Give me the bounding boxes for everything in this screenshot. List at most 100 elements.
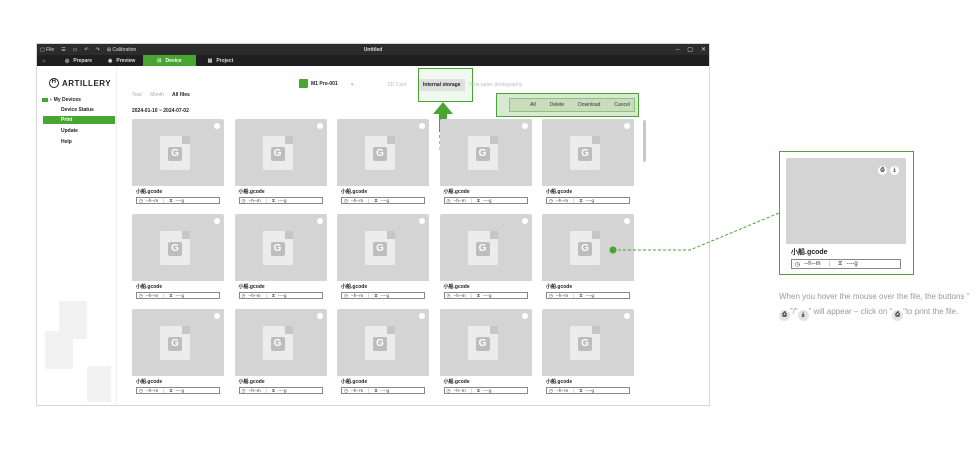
- delete-button[interactable]: Delete: [550, 102, 564, 108]
- sidebar-item-update[interactable]: Update: [43, 127, 115, 135]
- clock-icon: ◷: [139, 387, 143, 393]
- scrollbar[interactable]: [643, 120, 646, 162]
- file-card[interactable]: G 小船.gcode ◷ --h--m | ⧖ ----g: [337, 119, 429, 207]
- select-checkbox[interactable]: [624, 218, 630, 224]
- tab-prepare[interactable]: ◎ Prepare: [51, 55, 100, 66]
- meta-divider: |: [368, 198, 370, 203]
- gcode-letter: G: [578, 337, 592, 351]
- print-time: --h--m: [145, 293, 159, 298]
- save-icon[interactable]: ▭: [73, 47, 78, 53]
- select-checkbox[interactable]: [521, 313, 528, 319]
- print-time: --h--m: [248, 293, 261, 298]
- minimize-button[interactable]: –: [676, 47, 679, 53]
- sidebar-item-device-status[interactable]: Device Status: [43, 106, 115, 114]
- file-card[interactable]: G 小船.gcode ◷ --h--m | ⧖ ----g: [439, 214, 532, 302]
- gcode-letter: G: [475, 242, 490, 256]
- select-checkbox[interactable]: [521, 218, 528, 224]
- file-name: 小船.gcode: [136, 379, 163, 385]
- cancel-button[interactable]: Cancel: [614, 102, 630, 108]
- close-button[interactable]: ✕: [701, 46, 706, 53]
- select-checkbox[interactable]: [521, 123, 528, 129]
- tab-sd-card[interactable]: SD Card: [375, 79, 419, 91]
- file-info: 小船.gcode ◷ --h--m | ⧖ ----g: [234, 376, 327, 397]
- tutorial-figure: ▢ File ☰ ▭ ↶ ↷ ⊞ Calibration Untitled – …: [0, 0, 975, 454]
- select-checkbox[interactable]: [419, 313, 425, 319]
- main-nav: ⌂ ◎ Prepare ◉ Preview ⊡ Device ▤ Project: [37, 55, 709, 66]
- undo-icon[interactable]: ↶: [84, 47, 88, 53]
- gcode-file-icon: G: [262, 326, 293, 360]
- gcode-file-icon: G: [467, 231, 498, 265]
- print-time: --h--m: [453, 388, 466, 393]
- file-info: 小船.gcode ◷ --h--m | ⧖ ----g: [542, 281, 634, 302]
- file-card[interactable]: G 小船.gcode ◷ --h--m | ⧖ ----g: [234, 119, 327, 207]
- tab-device[interactable]: ⊡ Device: [143, 55, 196, 66]
- redo-icon[interactable]: ↷: [96, 47, 100, 53]
- gcode-file-icon: G: [160, 326, 190, 360]
- download-button[interactable]: Download: [578, 102, 600, 108]
- file-meta: ◷ --h--m | ⧖ ----g: [341, 292, 425, 299]
- file-corner: [387, 326, 395, 334]
- filament-icon: ⧖: [374, 198, 378, 203]
- tab-timelapse[interactable]: Time-lapse photography: [465, 79, 527, 91]
- filament-weight: ----g: [483, 293, 492, 298]
- select-checkbox[interactable]: [214, 218, 220, 224]
- file-card[interactable]: G 小船.gcode ◷ --h--m | ⧖ ----g: [542, 309, 634, 397]
- select-checkbox[interactable]: [316, 218, 323, 224]
- file-card[interactable]: G 小船.gcode ◷ --h--m | ⧖ ----g: [234, 214, 327, 302]
- file-card-hover[interactable]: ⎙ ⤓ 小船.gcode ◷ --h--m | ⧖ ----g: [786, 158, 906, 269]
- filament-icon: ⧖: [271, 388, 276, 393]
- print-time: --h--m: [145, 388, 159, 393]
- print-icon[interactable]: ⎙: [878, 166, 887, 175]
- file-meta: ◷ --h--m | ⧖ ----g: [136, 387, 220, 394]
- gcode-file-icon: G: [365, 136, 395, 170]
- file-card[interactable]: G 小船.gcode ◷ --h--m | ⧖ ----g: [132, 309, 224, 397]
- clock-icon: ◷: [795, 261, 801, 268]
- select-checkbox[interactable]: [624, 123, 630, 129]
- file-card[interactable]: G 小船.gcode ◷ --h--m | ⧖ ----g: [337, 309, 429, 397]
- select-checkbox[interactable]: [419, 123, 425, 129]
- select-checkbox[interactable]: [214, 313, 220, 319]
- sidebar-item-print[interactable]: Print: [43, 116, 115, 124]
- tab-all-files[interactable]: All files: [172, 92, 190, 98]
- menu-icon[interactable]: ☰: [61, 47, 65, 53]
- select-checkbox[interactable]: [316, 123, 323, 129]
- file-card[interactable]: G 小船.gcode ◷ --h--m | ⧖ ----g: [337, 214, 429, 302]
- tab-year[interactable]: Year: [132, 92, 142, 98]
- file-menu[interactable]: ▢ File: [40, 47, 54, 53]
- download-icon[interactable]: ⤓: [890, 166, 899, 175]
- file-card[interactable]: G 小船.gcode ◷ --h--m | ⧖ ----g: [439, 309, 532, 397]
- select-checkbox[interactable]: [419, 218, 425, 224]
- file-card[interactable]: G 小船.gcode ◷ --h--m | ⧖ ----g: [132, 119, 224, 207]
- file-card[interactable]: G 小船.gcode ◷ --h--m | ⧖ ----g: [439, 119, 532, 207]
- gcode-file-icon: G: [160, 136, 190, 170]
- meta-divider: |: [163, 198, 165, 203]
- print-time: --h--m: [453, 293, 466, 298]
- filament-icon: ⧖: [838, 260, 843, 267]
- maximize-button[interactable]: ▢: [687, 46, 693, 53]
- file-card[interactable]: G 小船.gcode ◷ --h--m | ⧖ ----g: [132, 214, 224, 302]
- file-name: 小船.gcode: [443, 284, 470, 290]
- select-checkbox[interactable]: [316, 313, 323, 319]
- file-info: 小船.gcode ◷ --h--m | ⧖ ----g: [132, 281, 224, 302]
- file-card[interactable]: G 小船.gcode ◷ --h--m | ⧖ ----g: [542, 119, 634, 207]
- file-card[interactable]: G 小船.gcode ◷ --h--m | ⧖ ----g: [542, 214, 634, 302]
- file-meta: ◷ --h--m | ⧖ ----g: [238, 292, 323, 299]
- file-actions-panel: All Delete Download Cancel: [496, 93, 639, 117]
- tab-preview[interactable]: ◉ Preview: [100, 55, 143, 66]
- sidebar-item-help[interactable]: Help: [43, 138, 115, 146]
- clock-icon: ◷: [549, 292, 553, 298]
- tab-internal-storage[interactable]: Internal storage: [419, 79, 465, 91]
- tab-project[interactable]: ▤ Project: [196, 55, 242, 66]
- select-checkbox[interactable]: [624, 313, 630, 319]
- filament-icon: ⧖: [579, 388, 583, 393]
- select-all-button[interactable]: All: [530, 102, 536, 108]
- tab-month[interactable]: Month: [150, 92, 164, 98]
- calibration-menu[interactable]: ⊞ Calibration: [107, 47, 137, 53]
- printer-selector[interactable]: M1 Pro-001 ⌄: [299, 79, 355, 88]
- sidebar-group-my-devices[interactable]: › My Devices: [42, 97, 81, 103]
- file-card[interactable]: G 小船.gcode ◷ --h--m | ⧖ ----g: [234, 309, 327, 397]
- meta-divider: |: [265, 388, 267, 393]
- select-checkbox[interactable]: [214, 123, 220, 129]
- home-icon[interactable]: ⌂: [37, 58, 51, 64]
- file-info: 小船.gcode ◷ --h--m | ⧖ ----g: [786, 244, 906, 269]
